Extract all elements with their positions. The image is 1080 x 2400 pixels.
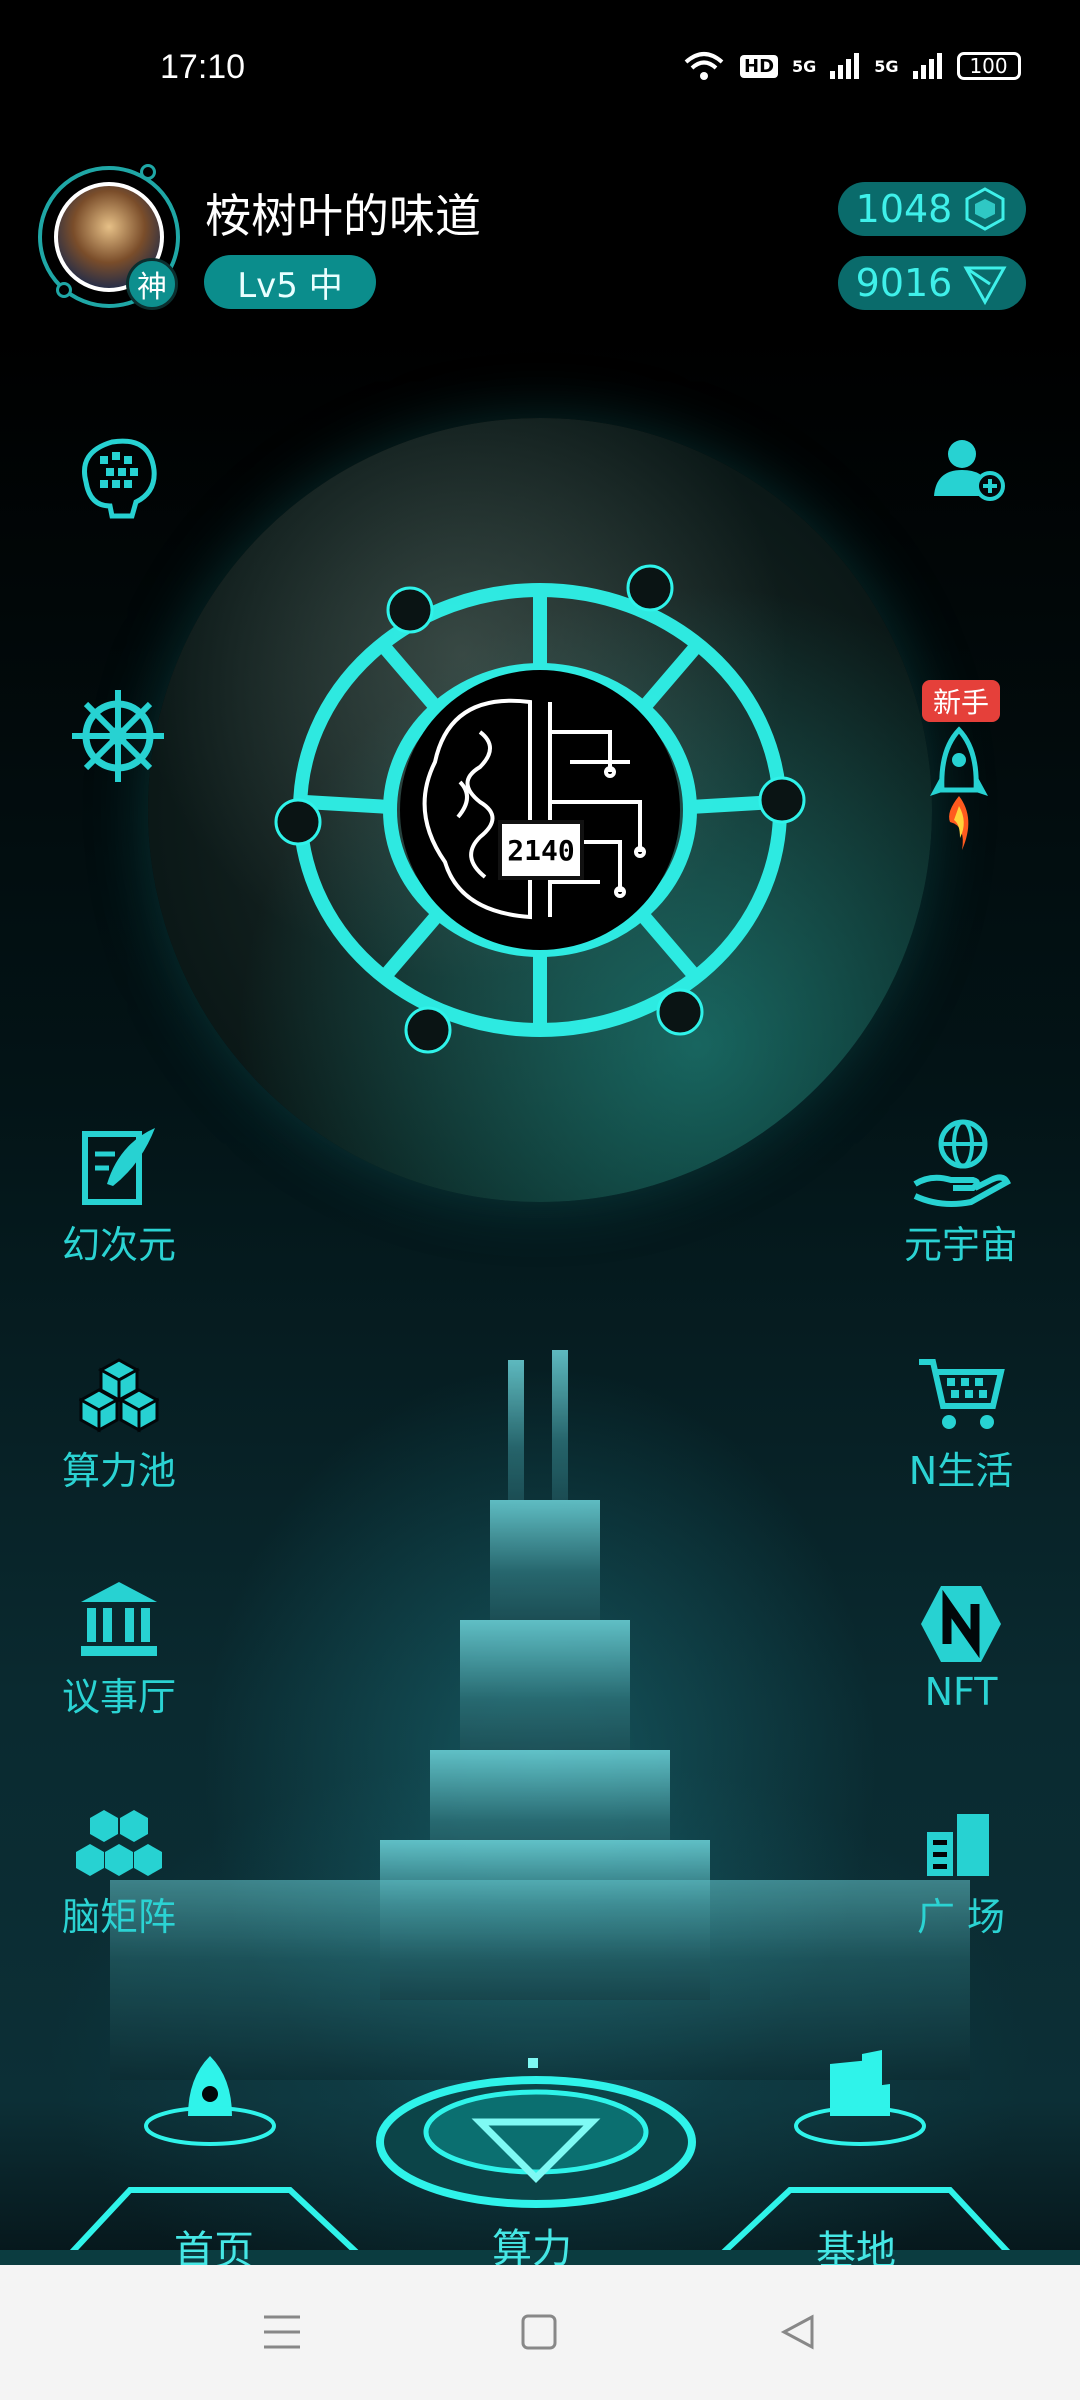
cart-icon [919, 1359, 1005, 1429]
battery-indicator: 100 [956, 52, 1021, 80]
ring-dot [56, 282, 72, 298]
menu-label: 广 场 [916, 1895, 1006, 1939]
token-balance-pill[interactable]: 9016 [838, 256, 1026, 310]
globe-hand-icon [913, 1119, 1011, 1207]
back-icon[interactable] [780, 2313, 816, 2351]
center-counter: 2140 [498, 820, 584, 880]
buildings-icon [927, 1814, 989, 1876]
compute-balance-value: 1048 [855, 187, 953, 231]
rank-badge: 神 [126, 258, 178, 310]
menu-label: NFT [924, 1670, 998, 1714]
token-balance-value: 9016 [855, 261, 953, 305]
menu-nft[interactable]: NFT [866, 1584, 1056, 1714]
level-badge[interactable]: Lv5 中 [204, 255, 376, 309]
menu-label: N生活 [908, 1449, 1014, 1493]
compute-balance-pill[interactable]: 1048 [838, 182, 1026, 236]
menu-yishiting[interactable]: 议事厅 [24, 1580, 214, 1721]
system-nav-bar [0, 2265, 1080, 2400]
bottom-nav: 首页 算力 基地 [0, 2000, 1080, 2274]
ring-dot [140, 164, 156, 180]
triangle-token-icon [963, 266, 1007, 306]
nft-hexagon-icon [921, 1586, 1001, 1662]
ship-wheel-icon[interactable] [66, 684, 170, 788]
newbie-badge[interactable]: 新手 [922, 680, 1000, 722]
signal-bars-icon [830, 53, 860, 79]
signal-5g-1: 5G [792, 56, 817, 76]
menu-naojuzhen[interactable]: 脑矩阵 [24, 1808, 214, 1941]
menu-huancigyuan[interactable]: 幻次元 [24, 1124, 214, 1269]
add-user-icon[interactable] [928, 436, 1008, 502]
menu-label: 元宇宙 [903, 1223, 1018, 1267]
brain-head-icon[interactable] [72, 432, 164, 520]
menu-icon[interactable] [262, 2313, 302, 2351]
menu-label: 算力池 [61, 1449, 176, 1493]
menu-yuanyuzhou[interactable]: 元宇宙 [866, 1118, 1056, 1269]
status-time: 17:10 [160, 48, 246, 86]
username: 桉树叶的味道 [205, 189, 481, 243]
menu-label: 议事厅 [61, 1675, 176, 1719]
bank-icon [81, 1582, 157, 1656]
signal-5g-2: 5G [874, 56, 899, 76]
wifi-icon [684, 52, 724, 80]
home-icon[interactable] [520, 2313, 558, 2351]
rocket-icon[interactable] [926, 726, 992, 856]
menu-nshenghuo[interactable]: N生活 [866, 1356, 1056, 1495]
status-icons: HD 5G 5G 100 [682, 50, 1021, 82]
menu-suanlichi[interactable]: 算力池 [24, 1358, 214, 1495]
menu-label: 脑矩阵 [61, 1895, 176, 1939]
menu-label: 幻次元 [61, 1223, 176, 1267]
cubes-icon [79, 1358, 159, 1433]
cube-icon [965, 187, 1005, 231]
hexagons-icon [76, 1810, 162, 1876]
hd-indicator: HD [740, 54, 779, 78]
brain-network[interactable] [230, 532, 850, 1092]
feather-doc-icon [82, 1128, 155, 1205]
menu-guangchang[interactable]: 广 场 [866, 1810, 1056, 1941]
signal-bars-icon [912, 53, 942, 79]
